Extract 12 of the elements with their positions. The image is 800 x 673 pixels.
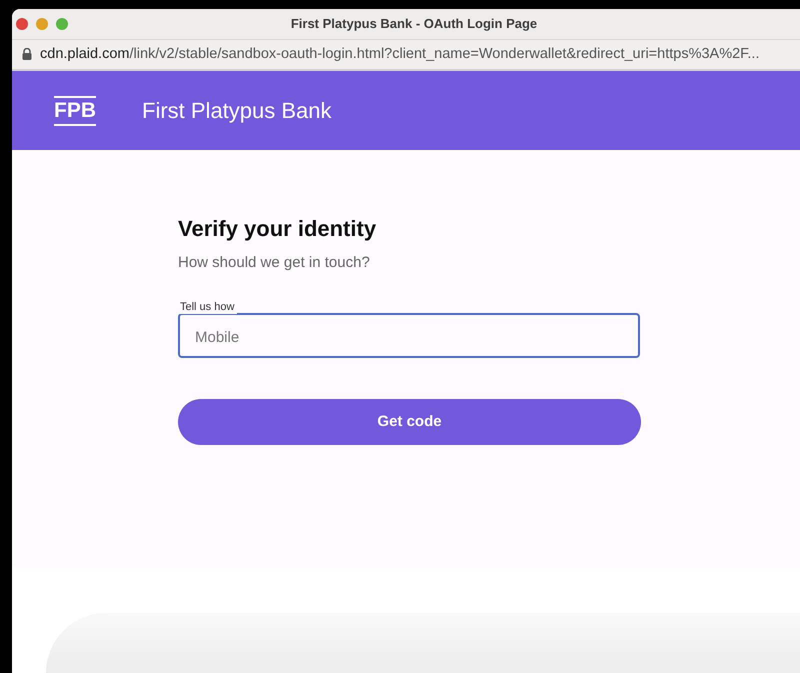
bank-name: First Platypus Bank [142,98,332,124]
lock-icon [22,48,32,60]
get-code-button[interactable]: Get code [178,398,641,445]
form-subtitle: How should we get in touch? [178,254,371,271]
minimize-window-icon[interactable] [36,18,48,30]
bank-logo: FPB [54,96,96,126]
field-label: Tell us how [178,300,238,314]
contact-method-field[interactable]: Mobile [178,312,640,358]
form-title: Verify your identity [178,216,378,242]
close-window-icon[interactable] [16,18,28,30]
window-title: First Platypus Bank - OAuth Login Page [290,16,538,32]
maximize-window-icon[interactable] [56,18,68,30]
